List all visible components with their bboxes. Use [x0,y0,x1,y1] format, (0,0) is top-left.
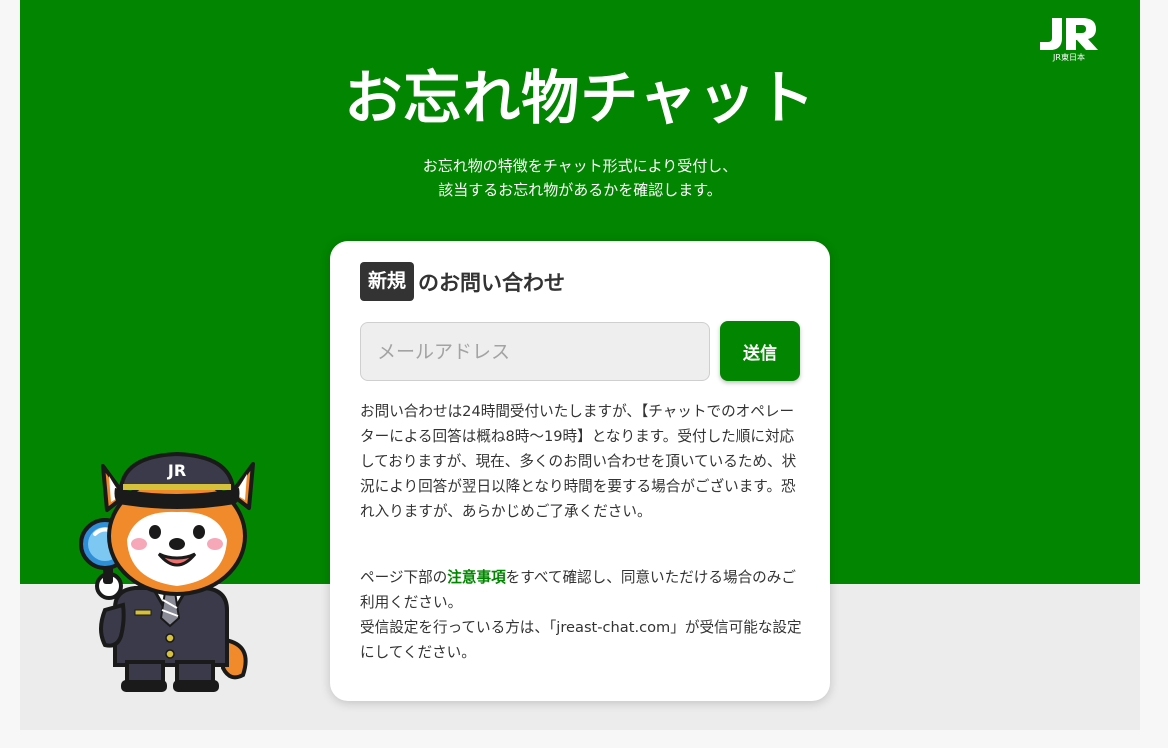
page-subtitle: お忘れ物の特徴をチャット形式により受付し、 該当するお忘れ物があるかを確認します… [20,154,1140,202]
card-heading-text: のお問い合わせ [418,270,566,295]
cap-text: JR [167,461,186,480]
email-input[interactable] [360,322,710,381]
subtitle-line-2: 該当するお忘れ物があるかを確認します。 [438,181,722,199]
new-badge: 新規 [360,262,415,301]
send-button[interactable]: 送信 [720,321,800,381]
subtitle-line-1: お忘れ物の特徴をチャット形式により受付し、 [422,157,738,175]
card-heading: 新規 のお問い合わせ [360,262,565,301]
hours-notice: お問い合わせは24時間受付いたしますが、【チャットでのオペレーターによる回答は概… [360,403,797,520]
station-staff-dog-mascot-icon: JR [75,440,265,695]
terms-prefix: ページ下部の [360,569,448,586]
terms-link[interactable]: 注意事項 [447,569,505,586]
inquiry-card: 新規 のお問い合わせ 送信 お問い合わせは24時間受付いたしますが、【チャットで… [330,241,830,701]
terms-notice: ページ下部の注意事項をすべて確認し、同意いただける場合のみご利用ください。 受信設… [360,565,802,665]
page-frame: JR東日本 お忘れ物チャット お忘れ物の特徴をチャット形式により受付し、 該当す… [20,0,1140,730]
page-title: お忘れ物チャット [344,64,816,132]
domain-notice: 受信設定を行っている方は、「jreast-chat.com」が受信可能な設定にし… [360,619,802,661]
